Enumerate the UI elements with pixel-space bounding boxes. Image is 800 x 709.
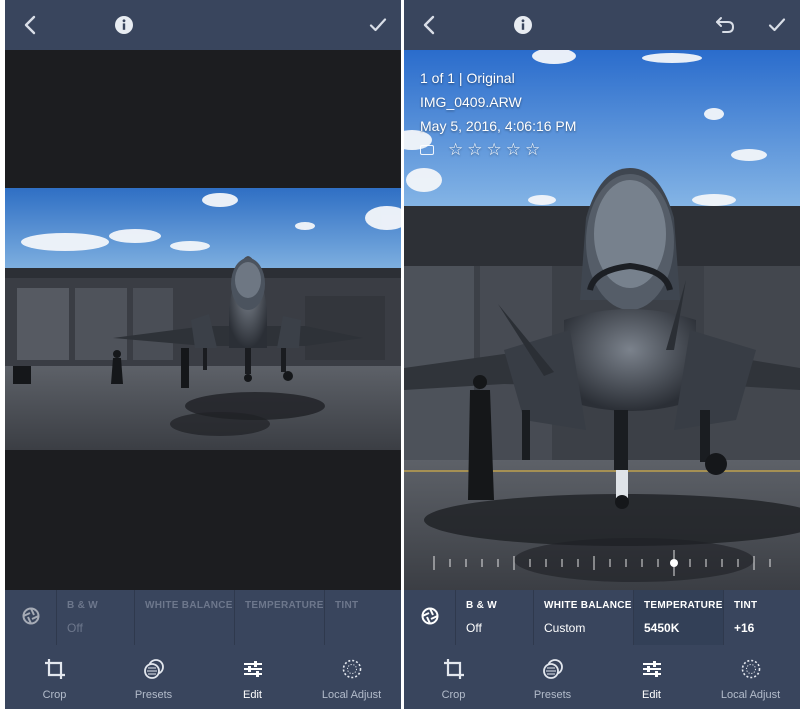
nav-edit[interactable]: Edit bbox=[203, 645, 302, 709]
undo-icon bbox=[716, 17, 735, 33]
right-editor-screen: 1 of 1 | Original IMG_0409.ARW May 5, 20… bbox=[404, 0, 800, 709]
chevron-left-icon bbox=[423, 15, 435, 35]
nav-crop-label: Crop bbox=[42, 689, 67, 701]
nav-edit[interactable]: Edit bbox=[602, 645, 701, 709]
bw-label: B & W bbox=[67, 600, 98, 611]
local-adjust-icon bbox=[342, 659, 361, 679]
bottom-nav: Crop Presets Edit Local Adjust bbox=[404, 645, 800, 709]
crop-icon bbox=[443, 659, 464, 679]
rating-row: ☆ ☆ ☆ ☆ ☆ bbox=[420, 141, 576, 159]
tint-value: +16 bbox=[734, 621, 755, 635]
info-icon bbox=[115, 16, 133, 34]
tint-control[interactable]: TINT +16 bbox=[724, 590, 800, 645]
value-slider[interactable] bbox=[432, 550, 772, 576]
bw-control[interactable]: B & W Off bbox=[57, 590, 135, 645]
checkmark-icon bbox=[768, 18, 786, 32]
white-balance-label: WHITE BALANCE bbox=[145, 600, 233, 611]
white-balance-control[interactable]: WHITE BALANCE Custom bbox=[534, 590, 634, 645]
local-adjust-icon bbox=[741, 659, 760, 679]
back-button[interactable] bbox=[15, 10, 45, 40]
sliders-icon bbox=[243, 661, 262, 677]
tint-label: TINT bbox=[335, 600, 359, 611]
nav-presets-label: Presets bbox=[134, 689, 173, 701]
nav-local-adjust-label: Local Adjust bbox=[321, 689, 382, 701]
bw-control[interactable]: B & W Off bbox=[456, 590, 534, 645]
temperature-label: TEMPERATURE bbox=[245, 600, 324, 611]
aperture-icon bbox=[22, 607, 39, 625]
info-icon bbox=[514, 16, 532, 34]
chevron-left-icon bbox=[24, 15, 36, 35]
aperture-tool[interactable] bbox=[404, 590, 456, 645]
rating-star[interactable]: ☆ bbox=[467, 141, 482, 159]
top-bar bbox=[5, 0, 401, 50]
bw-value: Off bbox=[466, 621, 482, 635]
nav-local-adjust[interactable]: Local Adjust bbox=[701, 645, 800, 709]
temperature-control[interactable]: TEMPERATURE bbox=[235, 590, 325, 645]
rating-star[interactable]: ☆ bbox=[506, 141, 521, 159]
nav-crop-label: Crop bbox=[441, 689, 466, 701]
checkmark-icon bbox=[369, 18, 387, 32]
adjustment-strip: B & W Off WHITE BALANCE TEMPERATURE TINT bbox=[5, 590, 401, 645]
rating-star[interactable]: ☆ bbox=[487, 141, 502, 159]
photo-canvas[interactable] bbox=[5, 50, 401, 590]
temperature-label: TEMPERATURE bbox=[644, 600, 723, 611]
tint-label: TINT bbox=[734, 600, 758, 611]
adjustment-strip: B & W Off WHITE BALANCE Custom TEMPERATU… bbox=[404, 590, 800, 645]
bw-label: B & W bbox=[466, 600, 497, 611]
bw-value: Off bbox=[67, 621, 83, 635]
white-balance-value: Custom bbox=[544, 621, 586, 635]
presets-icon bbox=[143, 659, 164, 679]
nav-edit-label: Edit bbox=[243, 689, 262, 701]
photo-position: 1 of 1 | Original bbox=[420, 70, 515, 86]
nav-presets[interactable]: Presets bbox=[503, 645, 602, 709]
info-button[interactable] bbox=[508, 10, 538, 40]
undo-button[interactable] bbox=[710, 10, 740, 40]
presets-icon bbox=[542, 659, 563, 679]
photo-datetime: May 5, 2016, 4:06:16 PM bbox=[420, 118, 577, 134]
slider-handle[interactable] bbox=[670, 559, 678, 567]
flag-icon[interactable] bbox=[420, 145, 434, 155]
photo-info-overlay: 1 of 1 | Original IMG_0409.ARW May 5, 20… bbox=[420, 66, 576, 159]
crop-icon bbox=[44, 659, 65, 679]
white-balance-control[interactable]: WHITE BALANCE bbox=[135, 590, 235, 645]
nav-presets-label: Presets bbox=[533, 689, 572, 701]
info-button[interactable] bbox=[109, 10, 139, 40]
nav-local-adjust[interactable]: Local Adjust bbox=[302, 645, 401, 709]
temperature-value: 5450K bbox=[644, 621, 680, 635]
jet-photo bbox=[5, 188, 401, 450]
aperture-icon bbox=[421, 607, 438, 625]
confirm-button[interactable] bbox=[762, 10, 792, 40]
temperature-control[interactable]: TEMPERATURE 5450K bbox=[634, 590, 724, 645]
tint-control[interactable]: TINT bbox=[325, 590, 401, 645]
nav-edit-label: Edit bbox=[642, 689, 661, 701]
photo-canvas[interactable]: 1 of 1 | Original IMG_0409.ARW May 5, 20… bbox=[404, 50, 800, 590]
bottom-nav: Crop Presets Edit Local Adjust bbox=[5, 645, 401, 709]
nav-local-adjust-label: Local Adjust bbox=[720, 689, 781, 701]
nav-presets[interactable]: Presets bbox=[104, 645, 203, 709]
white-balance-label: WHITE BALANCE bbox=[544, 600, 632, 611]
rating-star[interactable]: ☆ bbox=[525, 141, 540, 159]
nav-crop[interactable]: Crop bbox=[5, 645, 104, 709]
photo-preview bbox=[5, 188, 401, 450]
left-editor-screen: B & W Off WHITE BALANCE TEMPERATURE TINT… bbox=[5, 0, 401, 709]
nav-crop[interactable]: Crop bbox=[404, 645, 503, 709]
rating-star[interactable]: ☆ bbox=[448, 141, 463, 159]
photo-filename: IMG_0409.ARW bbox=[420, 94, 522, 110]
aperture-tool[interactable] bbox=[5, 590, 57, 645]
confirm-button[interactable] bbox=[363, 10, 393, 40]
top-bar bbox=[404, 0, 800, 50]
back-button[interactable] bbox=[414, 10, 444, 40]
sliders-icon bbox=[642, 661, 661, 677]
